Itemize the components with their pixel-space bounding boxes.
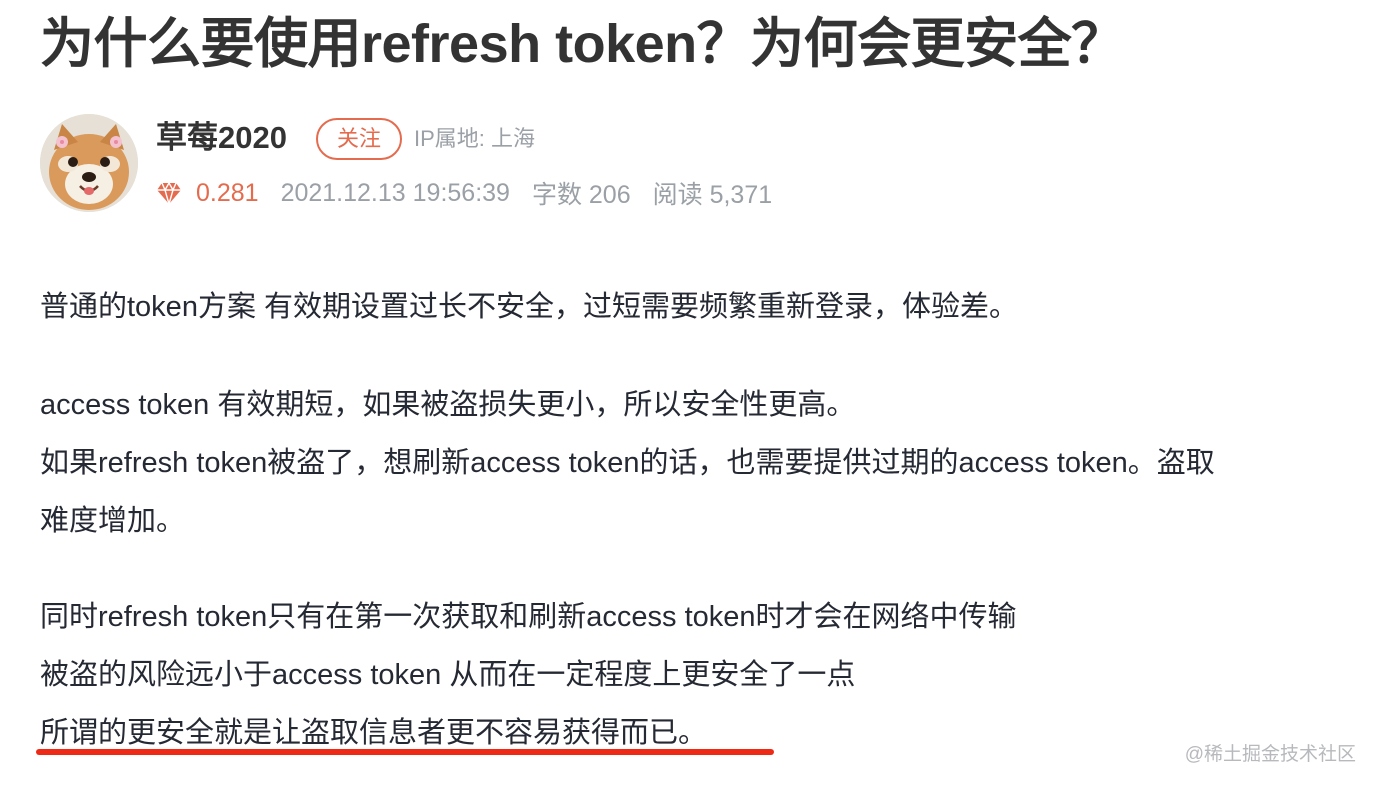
paragraph-3-line-2: 被盗的风险远小于access token 从而在一定程度上更安全了一点 [40, 659, 856, 691]
paragraph-3-line-1: 同时refresh token只有在第一次获取和刷新access token时才… [40, 601, 1017, 633]
word-count: 字数 206 [531, 181, 631, 209]
diamond-icon [156, 180, 182, 206]
paragraph-1: 普通的token方案 有效期设置过长不安全，过短需要频繁重新登录，体验差。 [40, 291, 1019, 323]
paragraph-2-line-1: access token 有效期短，如果被盗损失更小，所以安全性更高。 [40, 389, 856, 421]
paragraph-2-line-2: 如果refresh token被盗了，想刷新access token的话，也需要… [40, 447, 1215, 479]
paragraph-2-line-3: 难度增加。 [40, 505, 186, 537]
red-underline-annotation [36, 749, 774, 755]
article-title: 为什么要使用refresh token？为何会更安全？ [40, 14, 1125, 74]
follow-button[interactable]: 关注 [316, 118, 402, 160]
watermark: @稀土掘金技术社区 [1184, 744, 1356, 765]
article-meta: 0.281 2021.12.13 19:56:39 字数 206 阅读 5,37… [156, 174, 794, 212]
author-name[interactable]: 草莓2020 [156, 118, 287, 158]
shiba-dog-avatar-icon [40, 114, 138, 212]
ip-location: IP属地: 上海 [414, 126, 536, 151]
publish-datetime: 2021.12.13 19:56:39 [280, 178, 510, 207]
avatar[interactable] [40, 114, 138, 212]
author-info: 草莓2020 关注 IP属地: 上海 0.281 2021.12.13 19:5… [40, 114, 940, 214]
diamond-score: 0.281 [196, 178, 259, 207]
read-count: 阅读 5,371 [652, 181, 773, 209]
